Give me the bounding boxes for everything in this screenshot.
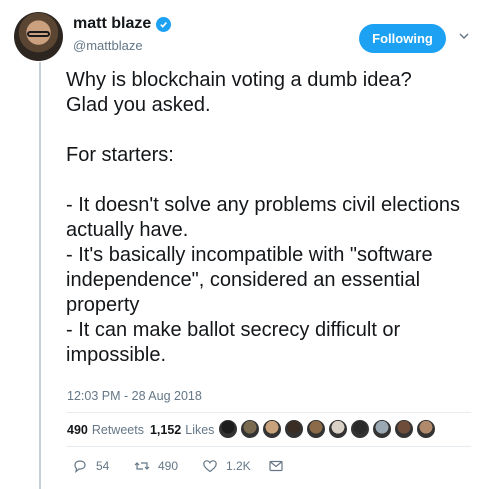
liker-avatar[interactable] <box>284 419 304 439</box>
likes-label: Likes <box>185 423 215 437</box>
author-name[interactable]: matt blaze <box>73 15 172 33</box>
divider <box>66 446 471 447</box>
verified-icon <box>156 16 172 32</box>
tweet-text: Why is blockchain voting a dumb idea? Gl… <box>66 69 460 366</box>
action-bar: 54 490 1.2K <box>72 458 284 474</box>
author-display-name[interactable]: matt blaze <box>73 15 151 33</box>
liker-avatar[interactable] <box>350 419 370 439</box>
tweet-timestamp[interactable]: 12:03 PM - 28 Aug 2018 <box>67 389 202 403</box>
liker-avatar[interactable] <box>240 419 260 439</box>
author-handle[interactable]: @mattblaze <box>73 38 171 53</box>
retweets-stat[interactable]: 490 Retweets <box>67 423 144 437</box>
like-count: 1.2K <box>226 459 251 473</box>
retweet-count: 490 <box>158 459 179 473</box>
tweet-stats: 490 Retweets 1,152 Likes <box>67 423 214 437</box>
liker-avatar[interactable] <box>372 419 392 439</box>
liker-avatar[interactable] <box>394 419 414 439</box>
retweet-icon <box>134 462 150 470</box>
avatar-glasses <box>27 31 50 37</box>
liker-avatars <box>218 419 438 439</box>
retweets-count: 490 <box>67 423 88 437</box>
author-block: matt blaze @mattblaze <box>73 15 172 53</box>
direct-message-action[interactable] <box>268 458 284 474</box>
divider <box>66 412 471 413</box>
liker-avatar[interactable] <box>306 419 326 439</box>
like-action[interactable]: 1.2K <box>202 458 268 474</box>
retweets-label: Retweets <box>91 423 144 437</box>
reply-action[interactable]: 54 <box>72 458 134 474</box>
retweet-action[interactable]: 490 <box>134 458 202 474</box>
following-button[interactable]: Following <box>359 24 446 53</box>
avatar[interactable] <box>14 12 63 61</box>
reply-count: 54 <box>96 459 110 473</box>
liker-avatar[interactable] <box>218 419 238 439</box>
chevron-down-icon[interactable] <box>459 32 469 40</box>
liker-avatar[interactable] <box>262 419 282 439</box>
heart-icon <box>203 460 217 473</box>
thread-line <box>39 62 41 489</box>
liker-avatar[interactable] <box>416 419 436 439</box>
reply-icon <box>74 460 86 473</box>
likes-stat[interactable]: 1,152 Likes <box>150 423 214 437</box>
liker-avatar[interactable] <box>328 419 348 439</box>
envelope-icon <box>269 460 283 472</box>
likes-count: 1,152 <box>149 423 182 437</box>
